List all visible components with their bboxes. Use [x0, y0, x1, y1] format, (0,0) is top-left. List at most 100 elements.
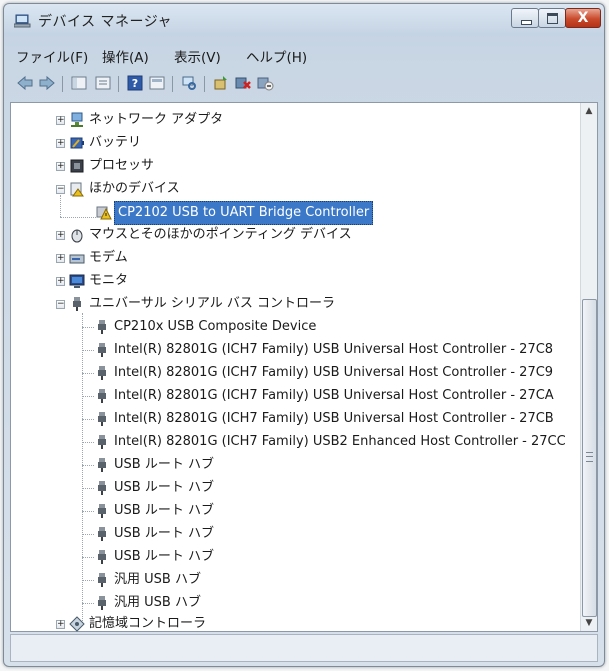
tree-line [82, 419, 94, 420]
device-manager-icon [13, 13, 32, 28]
disable-device-icon[interactable] [256, 75, 274, 91]
tree-line [82, 488, 94, 489]
tree-label: 記憶域コントローラ [89, 616, 207, 631]
usb-plug-icon [94, 549, 110, 565]
forward-arrow-icon[interactable] [38, 75, 56, 91]
tree-item-batteries[interactable]: + バッテリ [11, 132, 571, 154]
view-icon[interactable] [148, 75, 166, 91]
maximize-button[interactable] [538, 8, 566, 28]
update-driver-icon[interactable] [212, 75, 230, 91]
tree-item-storage-controllers[interactable]: + 記憶域コントローラ [11, 613, 571, 635]
tree-label-selected: CP2102 USB to UART Bridge Controller [114, 201, 374, 225]
tree-item-network-adapters[interactable]: + ネットワーク アダプタ [11, 109, 571, 131]
tree-item-usb-device[interactable]: USB ルート ハブ [11, 523, 571, 545]
close-button[interactable]: X [565, 8, 601, 28]
tree-item-usb-device[interactable]: 汎用 USB ハブ [11, 569, 571, 591]
close-icon: X [577, 10, 589, 26]
help-icon[interactable]: ? [126, 75, 144, 91]
tree-line [82, 327, 94, 328]
expand-toggle[interactable]: + [56, 277, 65, 286]
grip-icon [586, 452, 593, 462]
usb-plug-icon [94, 595, 110, 611]
usb-plug-icon [69, 296, 85, 312]
tree-item-other-devices[interactable]: − ほかのデバイス [11, 178, 571, 200]
usb-plug-icon [94, 526, 110, 542]
expand-toggle[interactable]: + [56, 620, 65, 629]
usb-plug-icon [94, 457, 110, 473]
processor-icon [69, 158, 85, 174]
menu-view[interactable]: 表示(V) [174, 46, 221, 66]
tree-item-usb-device[interactable]: Intel(R) 82801G (ICH7 Family) USB Univer… [11, 385, 571, 407]
tree-label: Intel(R) 82801G (ICH7 Family) USB Univer… [114, 342, 554, 357]
tree-item-usb-device[interactable]: USB ルート ハブ [11, 454, 571, 476]
tree-item-usb-controllers[interactable]: − ユニバーサル シリアル バス コントローラ [11, 293, 571, 315]
tree-label: バッテリ [89, 135, 142, 150]
usb-plug-icon [94, 365, 110, 381]
expand-toggle[interactable]: + [56, 231, 65, 240]
toolbar-separator [204, 76, 205, 92]
scroll-down-arrow-icon[interactable]: ▼ [581, 615, 597, 631]
unknown-device-icon [69, 181, 85, 197]
tree-line [82, 557, 94, 558]
device-manager-window: デバイス マネージャ X ファイル(F) 操作(A) 表示(V) ヘルプ(H) … [3, 3, 605, 667]
device-tree[interactable]: + ネットワーク アダプタ + バッテリ + プロセッサ − ほかのデバイス C… [10, 102, 598, 632]
tree-item-usb-device[interactable]: Intel(R) 82801G (ICH7 Family) USB Univer… [11, 339, 571, 361]
tree-label: USB ルート ハブ [114, 480, 214, 495]
collapse-toggle[interactable]: − [56, 185, 65, 194]
tree-item-usb-device[interactable]: CP210x USB Composite Device [11, 316, 571, 338]
usb-plug-icon [94, 319, 110, 335]
tree-item-modems[interactable]: + モデム [11, 247, 571, 269]
tree-item-usb-device[interactable]: USB ルート ハブ [11, 477, 571, 499]
tree-item-usb-device[interactable]: 汎用 USB ハブ [11, 592, 571, 614]
tree-label: マウスとそのほかのポインティング デバイス [89, 227, 352, 242]
show-hide-console-tree-icon[interactable] [70, 75, 88, 91]
window-title: デバイス マネージャ [38, 14, 173, 30]
tree-item-usb-device[interactable]: Intel(R) 82801G (ICH7 Family) USB2 Enhan… [11, 431, 571, 453]
tree-item-usb-device[interactable]: USB ルート ハブ [11, 546, 571, 568]
battery-icon [69, 135, 85, 151]
tree-label: USB ルート ハブ [114, 503, 214, 518]
tree-item-usb-device[interactable]: Intel(R) 82801G (ICH7 Family) USB Univer… [11, 362, 571, 384]
tree-item-cp2102[interactable]: CP2102 USB to UART Bridge Controller [11, 201, 571, 225]
tree-item-usb-device[interactable]: USB ルート ハブ [11, 500, 571, 522]
tree-line [82, 373, 94, 374]
menu-file[interactable]: ファイル(F) [16, 46, 88, 66]
tree-item-mice[interactable]: + マウスとそのほかのポインティング デバイス [11, 224, 571, 246]
expand-toggle[interactable]: + [56, 162, 65, 171]
expand-toggle[interactable]: + [56, 254, 65, 263]
scan-hardware-icon[interactable] [180, 75, 198, 91]
uninstall-icon[interactable] [234, 75, 252, 91]
title-bar[interactable]: デバイス マネージャ X [4, 4, 604, 36]
menu-help[interactable]: ヘルプ(H) [246, 46, 307, 66]
back-arrow-icon[interactable] [16, 75, 34, 91]
collapse-toggle[interactable]: − [56, 300, 65, 309]
tree-line [82, 396, 94, 397]
usb-plug-icon [94, 342, 110, 358]
menu-bar: ファイル(F) 操作(A) 表示(V) ヘルプ(H) [8, 42, 600, 66]
tree-line [82, 350, 94, 351]
expand-toggle[interactable]: + [56, 116, 65, 125]
monitor-icon [69, 273, 85, 289]
menu-action[interactable]: 操作(A) [102, 46, 149, 66]
tree-line [82, 442, 94, 443]
properties-icon[interactable] [94, 75, 112, 91]
toolbar-separator [172, 76, 173, 92]
tree-label: CP210x USB Composite Device [114, 319, 317, 334]
tree-label: モニタ [89, 273, 129, 288]
expand-toggle[interactable]: + [56, 139, 65, 148]
usb-plug-icon [94, 572, 110, 588]
tree-label: USB ルート ハブ [114, 526, 214, 541]
tree-label: Intel(R) 82801G (ICH7 Family) USB Univer… [114, 365, 554, 380]
tree-item-processors[interactable]: + プロセッサ [11, 155, 571, 177]
usb-plug-icon [94, 388, 110, 404]
scroll-up-arrow-icon[interactable]: ▲ [581, 103, 597, 119]
minimize-button[interactable] [511, 8, 539, 28]
tree-line [82, 603, 94, 604]
status-bar [10, 634, 598, 662]
scrollbar-thumb[interactable] [582, 299, 597, 617]
tree-item-monitors[interactable]: + モニタ [11, 270, 571, 292]
vertical-scrollbar[interactable]: ▲ ▼ [580, 103, 597, 631]
tree-label: Intel(R) 82801G (ICH7 Family) USB Univer… [114, 411, 554, 426]
tree-item-usb-device[interactable]: Intel(R) 82801G (ICH7 Family) USB Univer… [11, 408, 571, 430]
tree-line [82, 580, 94, 581]
